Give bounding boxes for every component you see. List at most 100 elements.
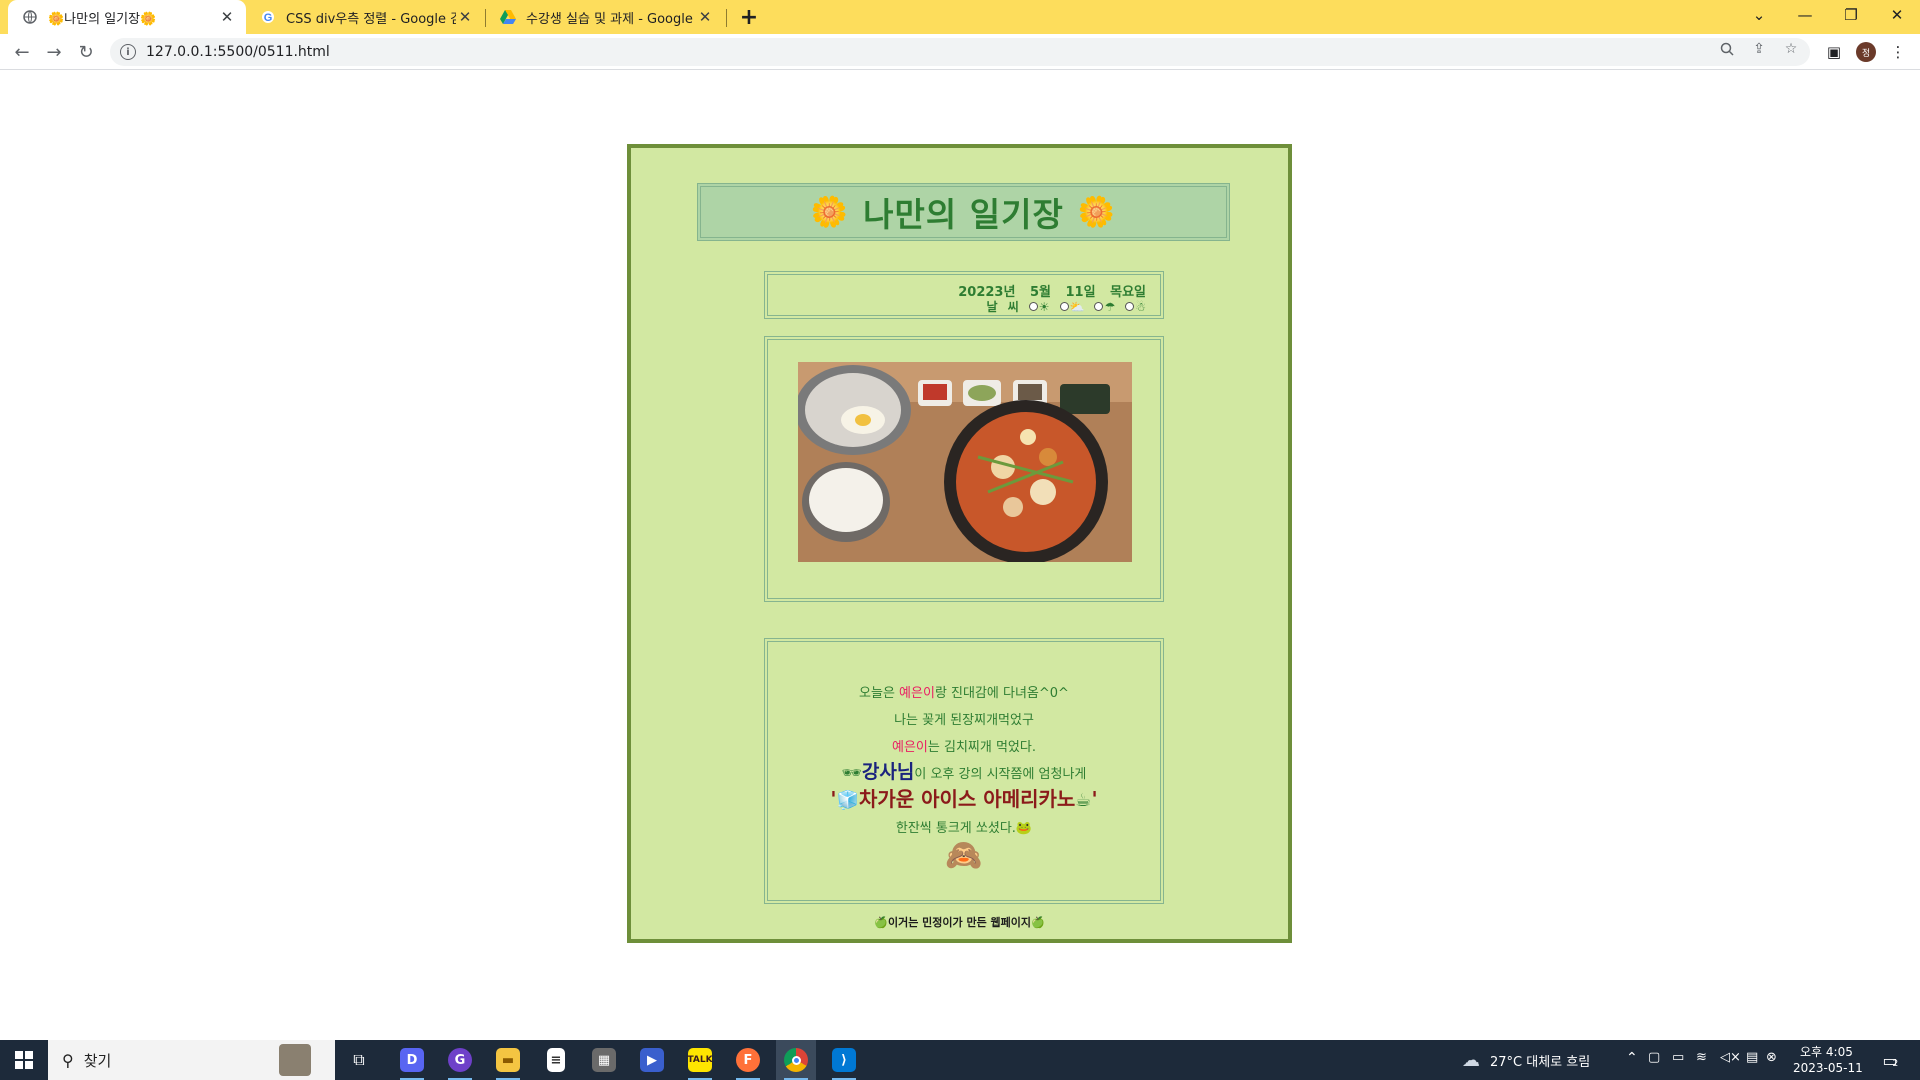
discord-icon[interactable]: D <box>392 1040 432 1080</box>
notification-center-icon[interactable]: ▭ 2 <box>1870 1040 1910 1080</box>
ice-cube-icon: 🧊 <box>836 790 859 811</box>
diary-line-4: 🕶강사님이 오후 강의 시작쯤에 엄청나게 <box>768 757 1160 784</box>
diary-text-box: 오늘은 예은이랑 진대감에 다녀옴^0^ 나는 꽂게 된장찌개먹었구 예은이는 … <box>764 638 1164 904</box>
meal-photo <box>798 362 1132 562</box>
weather-option-sunny[interactable]: ☀ <box>1028 299 1050 314</box>
radio-button[interactable] <box>1059 302 1069 311</box>
weather-option-snowy[interactable]: ☃ <box>1125 300 1146 314</box>
windows-taskbar: ⚲ 찾기 ⧉ D G ▬ ≡ ▦ ▶ TALK F ⟩ ☁ 27°C 대체로 흐… <box>0 1040 1920 1080</box>
diary-container: 🌼 나만의 일기장 🌼 20223년 5월 11일 목요일 날 씨 ☀ ⛅ ☂ … <box>627 144 1292 943</box>
page-title: 🌼 나만의 일기장 🌼 <box>697 183 1230 241</box>
frog-icon: 🐸 <box>1015 821 1033 836</box>
date-weather-box: 20223년 5월 11일 목요일 날 씨 ☀ ⛅ ☂ ☃ <box>764 271 1164 319</box>
zoom-icon[interactable] <box>1718 40 1736 58</box>
flower-icon: 🌼 <box>1077 194 1117 230</box>
new-tab-button[interactable]: + <box>738 5 760 30</box>
volume-muted-icon[interactable]: ◁× <box>1720 1050 1741 1065</box>
footer-note: 🍏이거는 민정이가 만든 웹페이지🍏 <box>631 914 1288 930</box>
cloudy-weather-icon[interactable]: ☁ <box>1456 1040 1486 1080</box>
show-hidden-icons-chevron[interactable]: ⌃ <box>1626 1050 1638 1066</box>
menu-kebab-icon[interactable]: ⋮ <box>1884 38 1912 66</box>
meet-now-icon[interactable]: ▢ <box>1648 1050 1660 1065</box>
flower-icon: 🌼 <box>810 194 850 230</box>
battery-icon[interactable]: ▭ <box>1672 1050 1684 1065</box>
close-tab-icon[interactable]: ✕ <box>218 8 236 26</box>
apple-icon: 🍏 <box>1031 916 1045 929</box>
radio-button[interactable] <box>1094 302 1104 311</box>
tab-title: CSS div우측 정렬 - Google 검색 <box>286 11 456 27</box>
text-span: 한잔씩 통크게 쏘셨다. <box>895 821 1016 836</box>
close-tab-icon[interactable]: ✕ <box>696 8 714 26</box>
search-placeholder: 찾기 <box>83 1051 112 1070</box>
diary-line-5: '🧊차가운 아이스 아메리카노☕' <box>768 783 1160 812</box>
photo-box <box>764 336 1164 602</box>
firefox-icon[interactable]: F <box>728 1040 768 1080</box>
close-circle-icon[interactable]: ⊗ <box>1766 1050 1777 1065</box>
vscode-icon[interactable]: ⟩ <box>824 1040 864 1080</box>
media-player-icon[interactable]: ▶ <box>632 1040 672 1080</box>
taskbar-search[interactable]: ⚲ 찾기 <box>48 1040 335 1080</box>
svg-text:G: G <box>264 12 273 24</box>
site-info-icon[interactable]: i <box>120 44 136 60</box>
github-icon[interactable]: G <box>440 1040 480 1080</box>
share-icon[interactable]: ⇪ <box>1750 40 1768 58</box>
americano-highlight: 차가운 아이스 아메리카노 <box>858 787 1076 811</box>
text-span: 는 김치찌개 먹었다. <box>927 740 1036 755</box>
quote-mark: ' <box>1091 787 1098 811</box>
snowman-icon: ☃ <box>1135 299 1146 314</box>
tab-title: 🌼나만의 일기장🌼 <box>48 11 157 27</box>
tab-google-search[interactable]: G CSS div우측 정렬 - Google 검색 ✕ <box>246 0 484 34</box>
radio-button[interactable] <box>1125 302 1135 311</box>
close-window-button[interactable]: ✕ <box>1874 0 1920 30</box>
footer-text: 이거는 민정이가 만든 웹페이지 <box>887 916 1032 929</box>
chrome-icon[interactable] <box>776 1040 816 1080</box>
instructor-highlight: 강사님 <box>861 761 915 783</box>
name-highlight: 예은이 <box>899 686 935 701</box>
tab-diary[interactable]: 🌼나만의 일기장🌼 ✕ <box>8 0 246 34</box>
weather-label: 날 씨 <box>986 300 1019 314</box>
minimize-button[interactable]: — <box>1782 0 1828 30</box>
tab-strip: 🌼나만의 일기장🌼 ✕ G CSS div우측 정렬 - Google 검색 ✕… <box>0 0 1920 34</box>
sunglasses-icon: 🕶 <box>841 763 862 782</box>
diary-line-6: 한잔씩 통크게 쏘셨다.🐸 <box>768 817 1160 836</box>
monkey-icon: 🙈 <box>945 838 983 873</box>
weather-option-cloudy[interactable]: ⛅ <box>1059 300 1084 314</box>
file-explorer-icon[interactable]: ▬ <box>488 1040 528 1080</box>
side-panel-icon[interactable]: ▣ <box>1820 38 1848 66</box>
tab-title: 수강생 실습 및 과제 - Google D <box>526 11 696 27</box>
notepad-icon[interactable]: ≡ <box>536 1040 576 1080</box>
diary-line-2: 나는 꽂게 된장찌개먹었구 <box>894 713 1034 728</box>
browser-toolbar: ← → ↻ i 127.0.0.1:5500/0511.html ⇪ ☆ ▣ 정… <box>0 34 1920 70</box>
notification-badge: 2 <box>1892 1058 1899 1069</box>
kakaotalk-icon[interactable]: TALK <box>680 1040 720 1080</box>
windows-start-icon[interactable] <box>0 1040 48 1080</box>
reload-icon[interactable]: ↻ <box>72 38 100 66</box>
search-highlight-image <box>279 1044 311 1076</box>
google-drive-icon <box>500 9 516 25</box>
clock-date[interactable]: 2023-05-11 <box>1793 1061 1863 1075</box>
google-icon: G <box>260 9 276 25</box>
profile-avatar[interactable]: 정 <box>1852 38 1880 66</box>
address-bar[interactable]: i 127.0.0.1:5500/0511.html <box>110 38 1810 66</box>
restore-button[interactable]: ❐ <box>1828 0 1874 30</box>
radio-button[interactable] <box>1028 302 1038 311</box>
tab-search-chevron-icon[interactable]: ⌄ <box>1736 0 1782 30</box>
text-span: 오늘은 <box>859 686 900 701</box>
wifi-icon[interactable]: ≋ <box>1696 1050 1707 1065</box>
coffee-icon: ☕ <box>1075 790 1092 811</box>
back-arrow-icon[interactable]: ← <box>8 38 36 66</box>
web-page: 🌼 나만의 일기장 🌼 20223년 5월 11일 목요일 날 씨 ☀ ⛅ ☂ … <box>0 71 1920 1040</box>
ime-icon[interactable]: ▤ <box>1746 1050 1758 1065</box>
sun-icon: ☀ <box>1038 299 1050 314</box>
bookmark-star-icon[interactable]: ☆ <box>1782 40 1800 58</box>
diary-line-3: 예은이는 김치찌개 먹었다. <box>768 736 1160 755</box>
task-view-icon[interactable]: ⧉ <box>343 1040 375 1080</box>
weather-text[interactable]: 27°C 대체로 흐림 <box>1490 1051 1590 1070</box>
forward-arrow-icon[interactable]: → <box>40 38 68 66</box>
clock-time[interactable]: 오후 4:05 <box>1800 1043 1853 1060</box>
tab-google-drive[interactable]: 수강생 실습 및 과제 - Google D ✕ <box>486 0 724 34</box>
weather-option-rainy[interactable]: ☂ <box>1094 300 1115 314</box>
close-tab-icon[interactable]: ✕ <box>456 8 474 26</box>
calculator-icon[interactable]: ▦ <box>584 1040 624 1080</box>
apple-icon: 🍏 <box>874 916 888 929</box>
